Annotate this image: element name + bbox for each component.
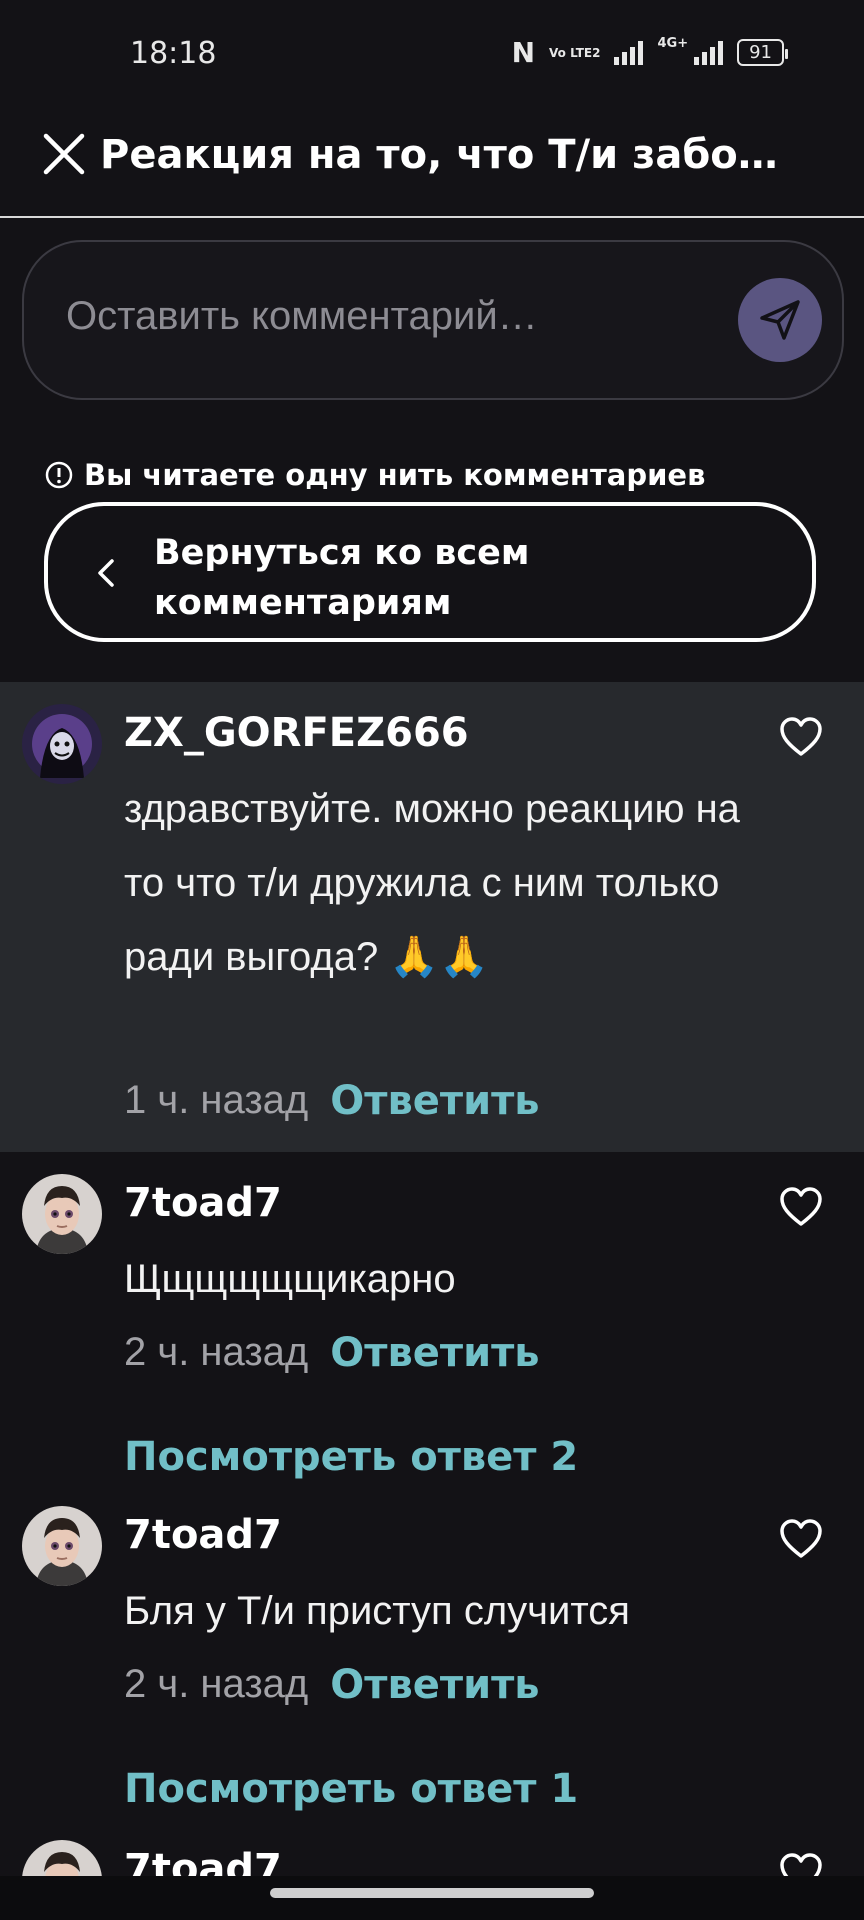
comment-text: здравствуйте. можно реакцию на то что т/…: [124, 787, 740, 979]
back-button-label: Вернуться ко всем комментариям: [154, 533, 530, 623]
comment-item: 7toad7: [0, 1818, 864, 1878]
nfc-icon: N: [511, 36, 536, 69]
comment-time: 2 ч. назад: [124, 1330, 309, 1374]
comment-author[interactable]: 7toad7: [124, 1846, 282, 1878]
info-icon: [45, 461, 73, 489]
avatar[interactable]: [22, 704, 102, 784]
thread-notice: Вы читаете одну нить комментариев: [44, 458, 705, 492]
comment-author[interactable]: 7toad7: [124, 1512, 282, 1558]
comment-item: 7toad7 Бля у Т/и приступ случится 2 ч. н…: [0, 1484, 864, 1814]
reply-button[interactable]: Ответить: [330, 1662, 539, 1708]
avatar[interactable]: [22, 1840, 102, 1878]
signal-icon: [614, 40, 644, 65]
comment-author[interactable]: 7toad7: [124, 1180, 282, 1226]
comment-meta: 1 ч. назад Ответить: [124, 1078, 540, 1124]
comment-item: 7toad7 Щщщщщщикарно 2 ч. назад Ответить …: [0, 1152, 864, 1482]
chevron-left-icon: [98, 559, 114, 587]
volte-label: Vo LTE2: [549, 45, 601, 60]
avatar[interactable]: [22, 1506, 102, 1586]
battery-icon: 91: [737, 39, 788, 66]
thread-notice-text: Вы читаете одну нить комментариев: [84, 458, 706, 492]
comment-text: Щщщщщщикарно: [124, 1257, 456, 1301]
send-button[interactable]: [738, 278, 822, 362]
heart-icon[interactable]: [778, 1518, 824, 1560]
comment-author[interactable]: ZX_GORFEZ666: [124, 710, 469, 756]
comment-item: ZX_GORFEZ666 здравствуйте. можно реакцию…: [0, 682, 864, 1152]
view-replies-link[interactable]: Посмотреть ответ 2: [124, 1434, 578, 1480]
reply-button[interactable]: Ответить: [330, 1078, 539, 1124]
heart-icon[interactable]: [778, 1186, 824, 1228]
home-indicator[interactable]: [270, 1888, 594, 1898]
header: Реакция на то, что Т/и забо…: [0, 110, 864, 218]
comment-meta: 2 ч. назад Ответить: [124, 1330, 540, 1376]
network-type: 4G+: [657, 36, 689, 51]
avatar[interactable]: [22, 1174, 102, 1254]
comment-time: 2 ч. назад: [124, 1662, 309, 1706]
status-bar: 18:18 N Vo LTE2 4G+ 91: [0, 0, 864, 110]
back-to-all-comments-button[interactable]: Вернуться ко всем комментариям: [44, 502, 816, 642]
signal-icon-2: [694, 40, 724, 65]
page-title: Реакция на то, что Т/и забо…: [100, 132, 778, 178]
status-time: 18:18: [130, 36, 217, 71]
comment-text: Бля у Т/и приступ случится: [124, 1589, 630, 1633]
heart-icon[interactable]: [778, 1852, 824, 1878]
status-icons: N Vo LTE2 4G+ 91: [511, 36, 788, 69]
comment-time: 1 ч. назад: [124, 1078, 309, 1122]
heart-icon[interactable]: [778, 716, 824, 758]
comment-input[interactable]: Оставить комментарий…: [66, 294, 538, 339]
view-replies-link[interactable]: Посмотреть ответ 1: [124, 1766, 578, 1812]
comment-composer[interactable]: Оставить комментарий…: [22, 240, 844, 400]
send-icon: [760, 300, 800, 340]
reply-button[interactable]: Ответить: [330, 1330, 539, 1376]
comment-meta: 2 ч. назад Ответить: [124, 1662, 540, 1708]
close-icon[interactable]: [40, 130, 88, 178]
navigation-bar: [0, 1876, 864, 1920]
